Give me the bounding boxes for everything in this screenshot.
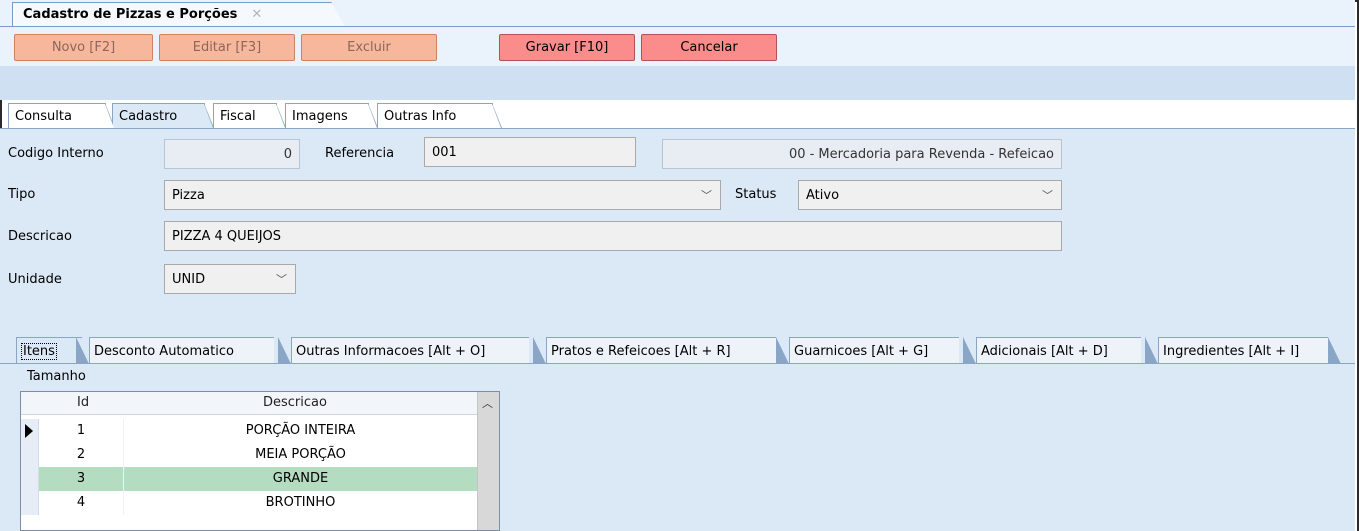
table-row[interactable]: 3 GRANDE [21, 467, 477, 491]
tab-fiscal[interactable]: Fiscal [213, 103, 286, 128]
tipo-select[interactable]: Pizza ﹀ [164, 180, 721, 210]
tab-consulta[interactable]: Consulta [8, 103, 115, 128]
codigo-interno-field: 0 [164, 139, 300, 169]
tamanho-label: Tamanho [27, 369, 86, 384]
cell-descricao[interactable]: GRANDE [124, 467, 477, 491]
unidade-select-value: UNID [172, 271, 206, 287]
document-tab-title: Cadastro de Pizzas e Porções [23, 7, 238, 22]
cell-id[interactable]: 3 [39, 467, 124, 491]
close-icon[interactable]: ✕ [251, 7, 262, 22]
tab-slant [1328, 337, 1341, 364]
tamanho-grid[interactable]: Id Descricao 1 PORÇÃO INTEIRA 2 MEIA POR… [20, 391, 500, 531]
subtab-ingredientes[interactable]: Ingredientes [Alt + I] [1158, 337, 1328, 364]
subtab-adicionais[interactable]: Adicionais [Alt + D] [976, 337, 1141, 364]
chevron-down-icon: ﹀ [276, 273, 287, 286]
referencia-field[interactable]: 001 [424, 137, 636, 167]
current-row-arrow-icon [25, 424, 33, 438]
row-indicator [21, 467, 39, 491]
subtab-outras-informacoes[interactable]: Outras Informacoes [Alt + O] [291, 337, 529, 364]
row-indicator [21, 419, 39, 443]
subtab-itens[interactable]: Itens [16, 337, 82, 364]
chevron-down-icon: ﹀ [1042, 189, 1053, 202]
table-row[interactable]: 2 MEIA PORÇÃO [21, 443, 477, 467]
descricao-label: Descricao [8, 229, 72, 244]
cell-id[interactable]: 1 [39, 419, 124, 443]
tipo-fiscal-field: 00 - Mercadoria para Revenda - Refeicao [662, 139, 1062, 169]
subtab-pratos-refeicoes[interactable]: Pratos e Refeicoes [Alt + R] [546, 337, 776, 364]
referencia-label: Referencia [325, 146, 395, 161]
tab-slant [963, 337, 976, 364]
main-tabs-strip [0, 66, 1355, 100]
excluir-button[interactable]: Excluir [301, 34, 437, 61]
subtab-guarnicoes[interactable]: Guarnicoes [Alt + G] [789, 337, 959, 364]
subtabs-baseline [0, 363, 1355, 364]
descricao-field[interactable]: PIZZA 4 QUEIJOS [164, 221, 1062, 251]
table-row[interactable]: 4 BROTINHO [21, 491, 477, 515]
row-indicator [21, 491, 39, 515]
vertical-scrollbar[interactable]: ︿ [477, 392, 499, 530]
tab-slant [533, 337, 546, 364]
tab-outras-info[interactable]: Outras Info [377, 103, 502, 128]
cell-descricao[interactable]: PORÇÃO INTEIRA [124, 419, 477, 443]
tipo-select-value: Pizza [172, 187, 205, 203]
cell-descricao[interactable]: MEIA PORÇÃO [124, 443, 477, 467]
subtab-desconto-automatico[interactable]: Desconto Automatico [89, 337, 274, 364]
status-select[interactable]: Ativo ﹀ [798, 180, 1062, 210]
cell-descricao[interactable]: BROTINHO [124, 491, 477, 515]
cell-id[interactable]: 4 [39, 491, 124, 515]
column-header-descricao[interactable]: Descricao [263, 395, 327, 410]
status-select-value: Ativo [806, 187, 840, 203]
row-indicator [21, 443, 39, 467]
subtab-itens-label: Itens [21, 342, 57, 360]
gravar-button[interactable]: Gravar [F10] [499, 34, 635, 61]
tipo-label: Tipo [8, 187, 36, 202]
column-header-id[interactable]: Id [77, 395, 89, 410]
scroll-up-icon[interactable]: ︿ [482, 395, 493, 411]
tab-imagens[interactable]: Imagens [285, 103, 378, 128]
tab-slant [1145, 337, 1158, 364]
tab-slant [76, 337, 89, 364]
codigo-interno-label: Codigo Interno [8, 146, 104, 161]
unidade-label: Unidade [8, 272, 62, 287]
unidade-select[interactable]: UNID ﹀ [164, 264, 296, 294]
toolbar: Novo [F2] Editar [F3] Excluir Gravar [F1… [0, 26, 1355, 66]
document-tab[interactable]: Cadastro de Pizzas e Porções ✕ [12, 2, 345, 26]
tab-slant [278, 337, 291, 364]
editar-button[interactable]: Editar [F3] [159, 34, 295, 61]
novo-button[interactable]: Novo [F2] [14, 34, 153, 61]
status-label: Status [735, 187, 777, 202]
chevron-down-icon: ﹀ [701, 189, 712, 202]
cell-id[interactable]: 2 [39, 443, 124, 467]
cancelar-button[interactable]: Cancelar [641, 34, 777, 61]
title-bar: Cadastro de Pizzas e Porções ✕ [0, 0, 1355, 26]
tab-slant [776, 337, 789, 364]
table-row[interactable]: 1 PORÇÃO INTEIRA [21, 419, 477, 443]
grid-header: Id Descricao [21, 392, 477, 415]
tab-cadastro[interactable]: Cadastro [112, 103, 214, 128]
